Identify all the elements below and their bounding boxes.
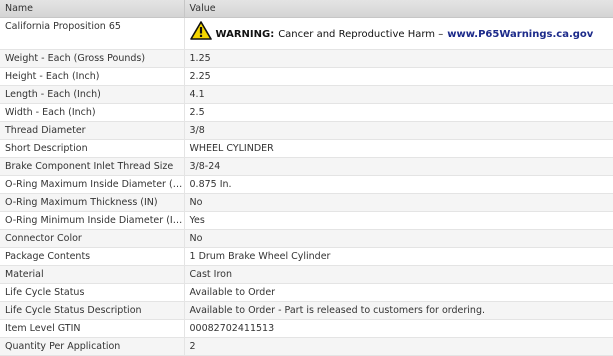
table-row: O-Ring Maximum Inside Diameter (M...0.87… xyxy=(0,176,613,194)
table-header-row: Name Value xyxy=(0,0,613,18)
row-value: 0.875 In. xyxy=(184,176,613,194)
table-row: Life Cycle StatusAvailable to Order xyxy=(0,284,613,302)
table-row: Width - Each (Inch)2.5 xyxy=(0,104,613,122)
row-name: Connector Color xyxy=(0,230,184,248)
row-name: Length - Each (Inch) xyxy=(0,86,184,104)
table-row: Short DescriptionWHEEL CYLINDER xyxy=(0,140,613,158)
table-row: MaterialCast Iron xyxy=(0,266,613,284)
row-value: WHEEL CYLINDER xyxy=(184,140,613,158)
table-row: Thread Diameter3/8 xyxy=(0,122,613,140)
value-column-header[interactable]: Value xyxy=(184,0,613,18)
row-name: Material xyxy=(0,266,184,284)
row-name: O-Ring Maximum Thickness (IN) xyxy=(0,194,184,212)
row-value: 3/8-24 xyxy=(184,158,613,176)
row-value: 2 xyxy=(184,338,613,356)
row-name: O-Ring Maximum Inside Diameter (M... xyxy=(0,176,184,194)
row-name: Width - Each (Inch) xyxy=(0,104,184,122)
row-value: No xyxy=(184,230,613,248)
warning-triangle-icon xyxy=(190,21,212,40)
table-row: Item Level GTIN00082702411513 xyxy=(0,320,613,338)
table-row: Package Contents1 Drum Brake Wheel Cylin… xyxy=(0,248,613,266)
row-value: Cast Iron xyxy=(184,266,613,284)
row-value: 4.1 xyxy=(184,86,613,104)
row-value: 2.5 xyxy=(184,104,613,122)
row-name: Item Level GTIN xyxy=(0,320,184,338)
row-name: Thread Diameter xyxy=(0,122,184,140)
table-row: California Proposition 65 WARNING: Cance… xyxy=(0,18,613,50)
warning-text: Cancer and Reproductive Harm – xyxy=(278,29,443,40)
row-name: O-Ring Minimum Inside Diameter (IN) xyxy=(0,212,184,230)
table-row: Brake Component Inlet Thread Size3/8-24 xyxy=(0,158,613,176)
table-row: O-Ring Minimum Inside Diameter (IN)Yes xyxy=(0,212,613,230)
table-row: Height - Each (Inch)2.25 xyxy=(0,68,613,86)
row-name: Short Description xyxy=(0,140,184,158)
row-name: Life Cycle Status Description xyxy=(0,302,184,320)
name-column-header[interactable]: Name xyxy=(0,0,184,18)
table-row: Life Cycle Status DescriptionAvailable t… xyxy=(0,302,613,320)
row-name: California Proposition 65 xyxy=(0,18,184,50)
row-value: 1 Drum Brake Wheel Cylinder xyxy=(184,248,613,266)
row-value: Yes xyxy=(184,212,613,230)
row-value: Available to Order xyxy=(184,284,613,302)
row-value: Available to Order - Part is released to… xyxy=(184,302,613,320)
row-value: 3/8 xyxy=(184,122,613,140)
row-value: 2.25 xyxy=(184,68,613,86)
table-row: O-Ring Maximum Thickness (IN)No xyxy=(0,194,613,212)
table-row: Quantity Per Application2 xyxy=(0,338,613,356)
row-name: Height - Each (Inch) xyxy=(0,68,184,86)
row-name: Brake Component Inlet Thread Size xyxy=(0,158,184,176)
row-name: Weight - Each (Gross Pounds) xyxy=(0,50,184,68)
table-row: Connector ColorNo xyxy=(0,230,613,248)
row-name: Package Contents xyxy=(0,248,184,266)
row-name: Quantity Per Application xyxy=(0,338,184,356)
row-value: 00082702411513 xyxy=(184,320,613,338)
row-name: Life Cycle Status xyxy=(0,284,184,302)
row-value: WARNING: Cancer and Reproductive Harm – … xyxy=(184,18,613,50)
prop65-warning: WARNING: Cancer and Reproductive Harm – … xyxy=(190,21,613,40)
table-row: Length - Each (Inch)4.1 xyxy=(0,86,613,104)
p65-warnings-link[interactable]: www.P65Warnings.ca.gov xyxy=(447,29,593,40)
table-row: Weight - Each (Gross Pounds)1.25 xyxy=(0,50,613,68)
specifications-table: Name Value California Proposition 65 WAR… xyxy=(0,0,613,356)
row-value: 1.25 xyxy=(184,50,613,68)
row-value: No xyxy=(184,194,613,212)
warning-label: WARNING: xyxy=(216,29,275,40)
